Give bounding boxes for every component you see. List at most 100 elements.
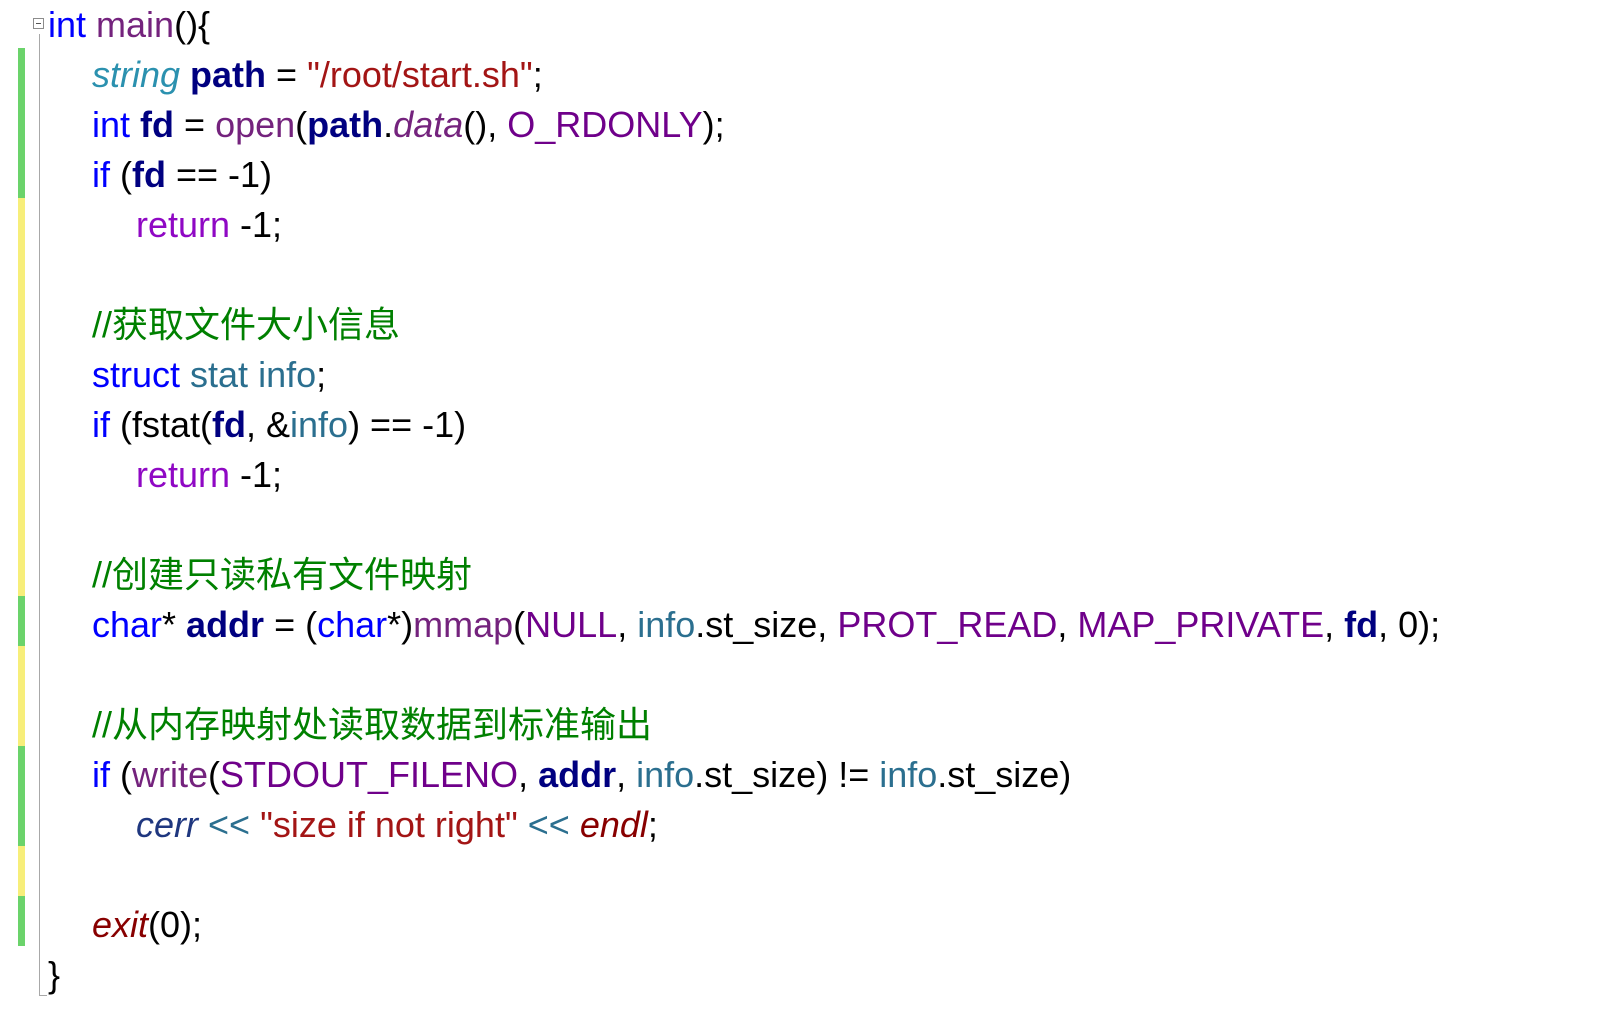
code-token: string — [92, 54, 181, 95]
code-line[interactable]: struct stat info; — [48, 350, 326, 400]
code-token: info — [290, 404, 349, 445]
code-token: info — [879, 754, 938, 795]
code-token: if — [92, 754, 110, 795]
code-token: exit — [92, 904, 149, 945]
code-token: "/root/start.sh" — [307, 54, 533, 95]
code-token: char — [92, 604, 163, 645]
collapse-minus-icon[interactable] — [33, 18, 44, 29]
code-token: //获取文件大小信息 — [92, 304, 401, 345]
code-token: ( — [513, 604, 526, 645]
code-token: -1; — [230, 454, 283, 495]
code-token: addr — [538, 754, 617, 795]
code-token: return — [136, 204, 231, 245]
code-token: int — [92, 104, 131, 145]
code-token: ( — [110, 754, 132, 795]
code-token: , — [616, 754, 637, 795]
code-token: << — [208, 804, 251, 845]
code-token: .st_size) — [937, 754, 1072, 795]
gutter-saved-change-bar — [18, 746, 25, 846]
gutter-saved-change-bar — [18, 48, 25, 198]
code-token: ( — [110, 154, 132, 195]
code-line[interactable]: } — [48, 950, 60, 1000]
code-token: = — [174, 104, 216, 145]
code-token: . — [383, 104, 394, 145]
code-line[interactable]: exit(0); — [48, 900, 202, 950]
code-line[interactable] — [48, 850, 92, 900]
code-line[interactable]: return -1; — [48, 450, 282, 500]
code-token: "size if not right" — [260, 804, 518, 845]
code-token: (0); — [148, 904, 203, 945]
code-line[interactable]: cerr << "size if not right" << endl; — [48, 800, 658, 850]
code-token: , — [1057, 604, 1078, 645]
code-token: == -1) — [165, 154, 273, 195]
code-token: main — [96, 4, 175, 45]
code-line[interactable]: if (write(STDOUT_FILENO, addr, info.st_s… — [48, 750, 1071, 800]
code-line[interactable] — [48, 650, 92, 700]
code-token: info — [636, 754, 695, 795]
code-token: fd — [140, 104, 175, 145]
code-token: STDOUT_FILENO — [220, 754, 519, 795]
fold-guide-end — [39, 995, 47, 996]
code-line[interactable]: if (fd == -1) — [48, 150, 272, 200]
code-token: , 0); — [1378, 604, 1441, 645]
code-token: ; — [647, 804, 658, 845]
code-token: ; — [532, 54, 543, 95]
code-token: *) — [387, 604, 414, 645]
code-token: if — [92, 154, 110, 195]
gutter-unsaved-change-bar — [18, 646, 25, 746]
code-token: mmap — [413, 604, 514, 645]
code-token: struct — [92, 354, 181, 395]
code-token: path — [190, 54, 267, 95]
code-token: = ( — [264, 604, 318, 645]
code-line[interactable]: //创建只读私有文件映射 — [48, 550, 472, 600]
code-token: * — [162, 604, 187, 645]
code-token: << — [527, 804, 570, 845]
code-token: ( — [295, 104, 308, 145]
code-token: O_RDONLY — [507, 104, 703, 145]
code-token: char — [317, 604, 388, 645]
code-line[interactable] — [48, 250, 92, 300]
code-token: = — [266, 54, 308, 95]
code-token: -1; — [230, 204, 283, 245]
code-token: ; — [316, 354, 327, 395]
code-token: addr — [186, 604, 265, 645]
code-token: info — [258, 354, 317, 395]
code-token: write — [132, 754, 209, 795]
code-token: (){ — [174, 4, 211, 45]
code-token: .st_size, — [695, 604, 838, 645]
code-line[interactable]: return -1; — [48, 200, 282, 250]
fold-guide-line — [39, 34, 40, 996]
code-line[interactable]: string path = "/root/start.sh"; — [48, 50, 543, 100]
code-token: stat — [190, 354, 249, 395]
code-token: NULL — [525, 604, 618, 645]
code-line[interactable]: //获取文件大小信息 — [48, 300, 400, 350]
gutter-unsaved-change-bar — [18, 198, 25, 596]
gutter-saved-change-bar — [18, 896, 25, 946]
code-token: ( — [208, 754, 221, 795]
code-token: , — [1324, 604, 1345, 645]
code-token: open — [215, 104, 296, 145]
gutter-saved-change-bar — [18, 596, 25, 646]
code-line[interactable]: //从内存映射处读取数据到标准输出 — [48, 700, 652, 750]
code-token: , & — [246, 404, 291, 445]
code-line[interactable]: char* addr = (char*)mmap(NULL, info.st_s… — [48, 600, 1440, 650]
code-line[interactable]: int main(){ — [48, 0, 210, 50]
code-token: , — [518, 754, 539, 795]
code-line[interactable]: if (fstat(fd, &info) == -1) — [48, 400, 466, 450]
code-line[interactable] — [48, 500, 92, 550]
code-token: , — [617, 604, 638, 645]
code-line[interactable]: int fd = open(path.data(), O_RDONLY); — [48, 100, 725, 150]
code-token: if — [92, 404, 110, 445]
code-token: return — [136, 454, 231, 495]
code-token: } — [48, 954, 61, 995]
code-token: PROT_READ — [837, 604, 1058, 645]
code-editor[interactable]: int main(){ string path = "/root/start.s… — [0, 0, 1597, 1030]
code-token: fd — [1344, 604, 1379, 645]
code-token: data — [393, 104, 464, 145]
code-token: info — [637, 604, 696, 645]
